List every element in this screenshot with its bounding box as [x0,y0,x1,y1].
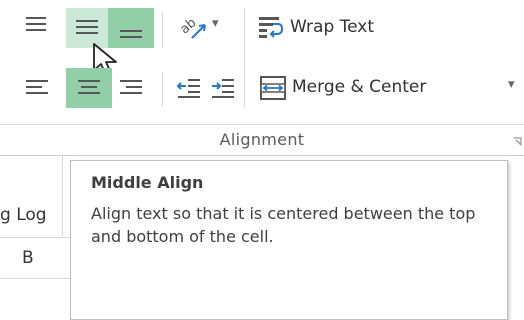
gridline [0,278,70,279]
dialog-launcher-icon[interactable] [513,137,523,147]
tooltip-body: Align text so that it is centered betwee… [91,204,476,246]
wrap-text-icon [259,17,284,38]
tooltip: Middle Align Align text so that it is ce… [70,160,508,320]
text-orientation-icon: ab [178,15,206,39]
gridline [62,156,63,236]
increase-indent-icon [212,79,234,98]
decrease-indent-icon [176,79,200,98]
merge-center-button[interactable]: Merge & Center ▾ [252,68,524,108]
wrap-text-button[interactable]: Wrap Text [252,8,452,48]
decrease-indent-button[interactable] [170,68,206,108]
separator [244,8,245,108]
cell-partial-text[interactable]: g Log [0,205,47,225]
gridline [0,237,70,238]
column-header-b[interactable]: B [22,248,34,268]
merge-center-icon [260,76,286,100]
alignment-group-label: Alignment [219,130,305,149]
wrap-text-label: Wrap Text [290,17,375,37]
center-button[interactable] [66,68,112,108]
align-right-button[interactable] [114,68,154,108]
merge-dropdown-arrow[interactable]: ▾ [508,77,515,92]
sheet-top-border [0,155,524,156]
top-align-button[interactable] [20,10,56,46]
group-divider [0,124,524,125]
separator [162,12,163,48]
separator [162,72,163,106]
merge-center-label: Merge & Center [292,77,427,97]
ribbon-alignment-group: ab ▾ Wrap Text Merge & Center ▾ Alignmen… [0,0,524,155]
orientation-dropdown-arrow: ▾ [212,16,219,31]
orientation-button[interactable]: ab ▾ [172,8,234,48]
align-left-button[interactable] [20,68,60,108]
tooltip-title: Middle Align [91,173,204,192]
increase-indent-button[interactable] [206,68,242,108]
